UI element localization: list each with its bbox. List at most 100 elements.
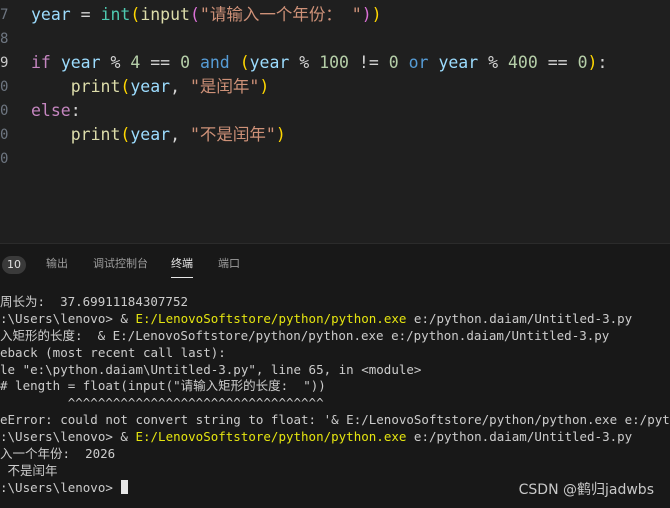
code-token: else — [31, 101, 71, 120]
code-token: % — [100, 53, 131, 72]
code-token: and — [199, 53, 230, 72]
terminal-text: 不是闰年 — [0, 462, 58, 478]
code-token: int — [100, 5, 131, 24]
code-line[interactable]: year = int(input("请输入一个年份： ")) — [31, 3, 670, 27]
tab-ports[interactable]: 端口 — [218, 244, 240, 286]
terminal-cursor — [121, 479, 129, 494]
line-number — [0, 195, 12, 219]
code-line[interactable]: print(year, "是闰年") — [31, 75, 670, 99]
line-number — [0, 219, 12, 243]
code-token: year — [130, 125, 171, 144]
bottom-panel: 10 输出 调试控制台 终端 端口 周长为: 37.69911184307752… — [0, 243, 670, 508]
code-token: ( — [120, 77, 131, 96]
code-token: 0 — [388, 53, 399, 72]
code-token: input — [140, 5, 190, 24]
line-number — [0, 171, 12, 195]
line-number: 9 — [0, 55, 9, 71]
code-token: 0 — [180, 53, 190, 72]
terminal-text: E:/LenovoSoftstore/python/python.exe — [135, 429, 407, 445]
line-number: 8 — [0, 31, 9, 47]
code-token: ) — [371, 5, 382, 24]
terminal-line: 周长为: 37.69911184307752 — [0, 294, 670, 311]
code-token: print — [70, 77, 121, 96]
code-line[interactable] — [31, 147, 670, 171]
code-token: year — [249, 53, 290, 72]
code-token: : — [597, 53, 608, 72]
problems-count-badge[interactable]: 10 — [2, 256, 26, 274]
terminal-line: :\Users\lenovo> & E:/LenovoSoftstore/pyt… — [0, 311, 670, 328]
code-line[interactable] — [31, 219, 670, 243]
code-token: ( — [120, 125, 131, 144]
terminal-line: 入矩形的长度: & E:/LenovoSoftstore/python/pyth… — [0, 328, 670, 345]
line-number-gutter: 7 8 9 0 0 0 0 — [0, 3, 12, 243]
code-token: % — [478, 53, 508, 72]
tab-terminal[interactable]: 终端 — [171, 244, 193, 286]
code-token: print — [70, 125, 121, 144]
code-token: ( — [130, 5, 141, 24]
code-token: , — [170, 125, 190, 144]
code-token: == — [537, 53, 578, 72]
line-number: 0 — [0, 127, 9, 143]
watermark: CSDN @鹤归jadwbs — [518, 482, 654, 498]
code-area[interactable]: year = int(input("请输入一个年份： ")) if year % … — [0, 3, 670, 243]
code-line[interactable] — [31, 195, 670, 219]
code-token: year — [31, 5, 71, 24]
terminal-text: eback (most recent call last): — [0, 344, 226, 360]
code-token: year — [130, 77, 171, 96]
code-token: != — [349, 53, 389, 72]
terminal-text: 入矩形的长度: & E:/LenovoSoftstore/python/pyth… — [0, 327, 610, 343]
line-number: 7 — [0, 7, 9, 23]
code-token: % — [289, 53, 320, 72]
code-editor[interactable]: 7 8 9 0 0 0 0 year = int(input("请输入一个年份： ")) if… — [0, 0, 670, 243]
code-token: year — [438, 53, 479, 72]
code-token: ) — [587, 53, 598, 72]
code-token: "不是闰年" — [189, 125, 276, 144]
code-token: ) — [275, 125, 286, 144]
terminal-line: 不是闰年 — [0, 463, 670, 480]
code-token: or — [408, 53, 429, 72]
code-token: ( — [189, 5, 200, 24]
line-number: 0 — [0, 151, 9, 167]
terminal-line: eback (most recent call last): — [0, 345, 670, 362]
terminal-line: :\Users\lenovo> & E:/LenovoSoftstore/pyt… — [0, 429, 670, 446]
terminal-text: # length = float(input("请输入矩形的长度: ")) — [0, 378, 326, 394]
terminal-line: eError: could not convert string to floa… — [0, 412, 670, 429]
code-token: == — [140, 53, 181, 72]
code-line[interactable] — [31, 171, 670, 195]
terminal-output[interactable]: 周长为: 37.69911184307752:\Users\lenovo> & … — [0, 294, 670, 504]
code-line[interactable]: if year % 4 == 0 and (year % 100 != 0 or… — [0, 51, 670, 75]
terminal-text: 入一个年份: 2026 — [0, 446, 116, 462]
code-token: ( — [239, 53, 250, 72]
code-token: ) — [259, 77, 270, 96]
terminal-line: ^^^^^^^^^^^^^^^^^^^^^^^^^^^^^^^^^^ — [0, 395, 670, 412]
terminal-text: eError: could not convert string to floa… — [0, 412, 670, 428]
code-token: = — [70, 5, 101, 24]
code-line[interactable]: print(year, "不是闰年") — [31, 123, 670, 147]
code-token: 0 — [577, 53, 588, 72]
terminal-text: E:/LenovoSoftstore/python/python.exe — [135, 310, 407, 326]
code-line[interactable]: else: — [31, 99, 670, 123]
terminal-text: :\Users\lenovo> & — [0, 429, 136, 445]
code-line[interactable] — [31, 27, 670, 51]
line-number: 0 — [0, 79, 9, 95]
terminal-text: :\Users\lenovo> & — [0, 310, 136, 326]
code-token: ) — [361, 5, 372, 24]
panel-tab-bar: 10 输出 调试控制台 终端 端口 — [0, 244, 670, 286]
terminal-line: le "e:\python.daiam\Untitled-3.py", line… — [0, 362, 670, 379]
code-token: 100 — [319, 53, 349, 72]
terminal-text: ^^^^^^^^^^^^^^^^^^^^^^^^^^^^^^^^^^ — [0, 395, 324, 411]
code-token: "是闰年" — [189, 77, 260, 96]
tab-output[interactable]: 输出 — [46, 244, 68, 286]
terminal-line: 入一个年份: 2026 — [0, 446, 670, 463]
code-token: "请输入一个年份： " — [199, 5, 362, 24]
code-token: year — [60, 53, 101, 72]
tab-debug-console[interactable]: 调试控制台 — [93, 244, 148, 286]
terminal-text: e:/python.daiam/Untitled-3.py — [406, 310, 633, 326]
code-token: , — [170, 77, 190, 96]
